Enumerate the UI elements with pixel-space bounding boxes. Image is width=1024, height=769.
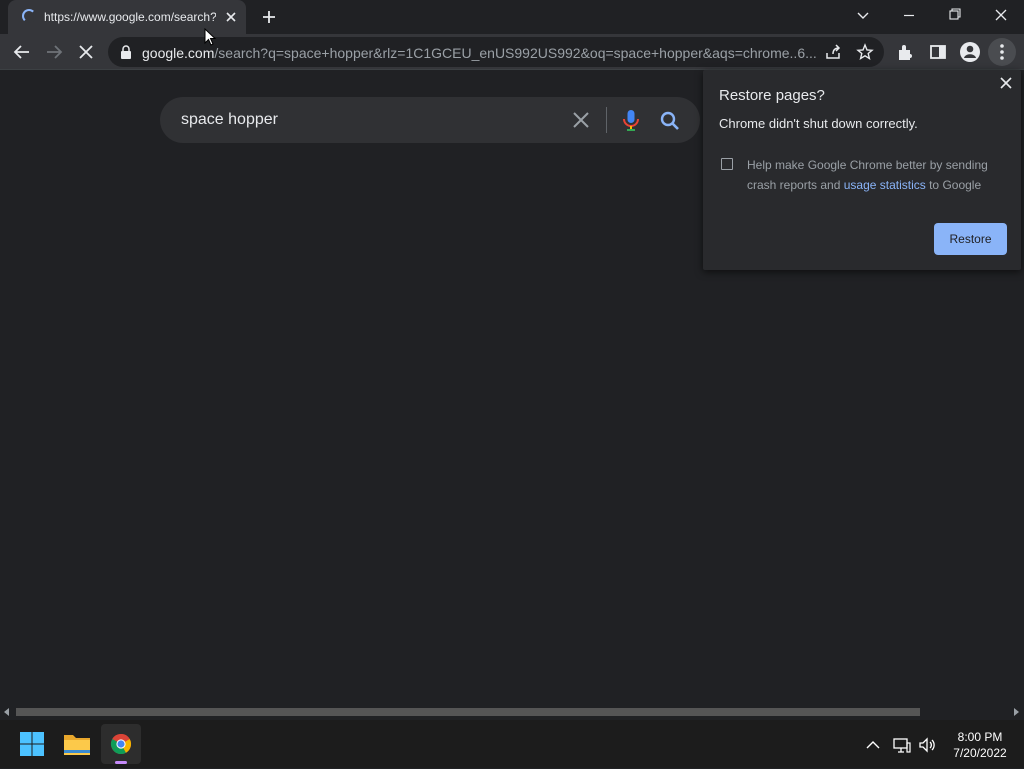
clock-date: 7/20/2022 (953, 746, 1007, 760)
google-search-box[interactable]: space hopper (160, 97, 700, 143)
windows-icon (20, 732, 44, 756)
restore-button[interactable]: Restore (934, 223, 1007, 255)
search-divider (606, 107, 607, 133)
minimize-button[interactable] (886, 0, 932, 32)
folder-icon (64, 735, 90, 755)
stop-button[interactable] (72, 38, 100, 66)
profile-icon[interactable] (956, 38, 984, 66)
tab-strip: https://www.google.com/search?q=space+ho… (0, 0, 1024, 34)
scrollbar-thumb[interactable] (16, 708, 920, 716)
file-explorer-button[interactable] (57, 724, 97, 764)
extensions-icon[interactable] (892, 38, 920, 66)
usage-statistics-link[interactable]: usage statistics (844, 178, 926, 192)
horizontal-scrollbar[interactable] (0, 704, 1024, 720)
microphone-icon[interactable] (620, 108, 642, 132)
forward-button[interactable] (40, 38, 68, 66)
start-button[interactable] (12, 724, 52, 764)
tab-title: https://www.google.com/search?q=space+ho… (44, 10, 216, 24)
chrome-icon (110, 733, 132, 764)
volume-icon[interactable] (917, 735, 937, 755)
dialog-title: Restore pages? (719, 87, 825, 104)
address-bar[interactable]: google.com/search?q=space+hopper&rlz=1C1… (108, 37, 884, 67)
dialog-message: Chrome didn't shut down correctly. (719, 116, 918, 131)
mouse-cursor-icon (204, 28, 217, 46)
new-tab-button[interactable] (258, 6, 280, 28)
close-window-button[interactable] (978, 0, 1024, 32)
tab-search-button[interactable] (840, 0, 886, 32)
back-button[interactable] (8, 38, 36, 66)
clock-time: 8:00 PM (957, 730, 1003, 744)
restore-pages-dialog: Restore pages? Chrome didn't shut down c… (703, 70, 1021, 270)
restore-button[interactable] (932, 0, 978, 32)
tray-chevron-up-icon[interactable] (864, 736, 882, 754)
system-clock[interactable]: 8:00 PM 7/20/2022 (944, 729, 1016, 761)
dialog-close-icon[interactable] (998, 75, 1014, 91)
network-icon[interactable] (892, 735, 912, 755)
browser-toolbar: google.com/search?q=space+hopper&rlz=1C1… (0, 34, 1024, 70)
tab-close-icon[interactable] (222, 8, 240, 26)
loading-spinner-icon (22, 9, 36, 23)
search-query[interactable]: space hopper (181, 111, 278, 129)
windows-taskbar: 8:00 PM 7/20/2022 (0, 720, 1024, 768)
side-panel-icon[interactable] (924, 38, 952, 66)
more-vertical-icon (1000, 44, 1004, 60)
crash-report-checkbox[interactable] (721, 158, 733, 170)
scroll-right-arrow-icon[interactable] (1014, 708, 1019, 716)
share-icon[interactable] (824, 43, 842, 61)
chrome-menu-button[interactable] (988, 38, 1016, 66)
help-text-suffix: to Google (925, 178, 982, 192)
search-icon[interactable] (658, 109, 682, 133)
url-text[interactable]: google.com/search?q=space+hopper&rlz=1C1… (142, 45, 822, 61)
bookmark-star-icon[interactable] (856, 43, 874, 61)
lock-icon[interactable] (120, 45, 132, 59)
scroll-left-arrow-icon[interactable] (4, 708, 9, 716)
clear-search-icon[interactable] (570, 109, 592, 131)
url-path: /search?q=space+hopper&rlz=1C1GCEU_enUS9… (214, 45, 817, 61)
crash-report-label: Help make Google Chrome better by sendin… (747, 155, 1007, 195)
chrome-taskbar-button[interactable] (101, 724, 141, 764)
